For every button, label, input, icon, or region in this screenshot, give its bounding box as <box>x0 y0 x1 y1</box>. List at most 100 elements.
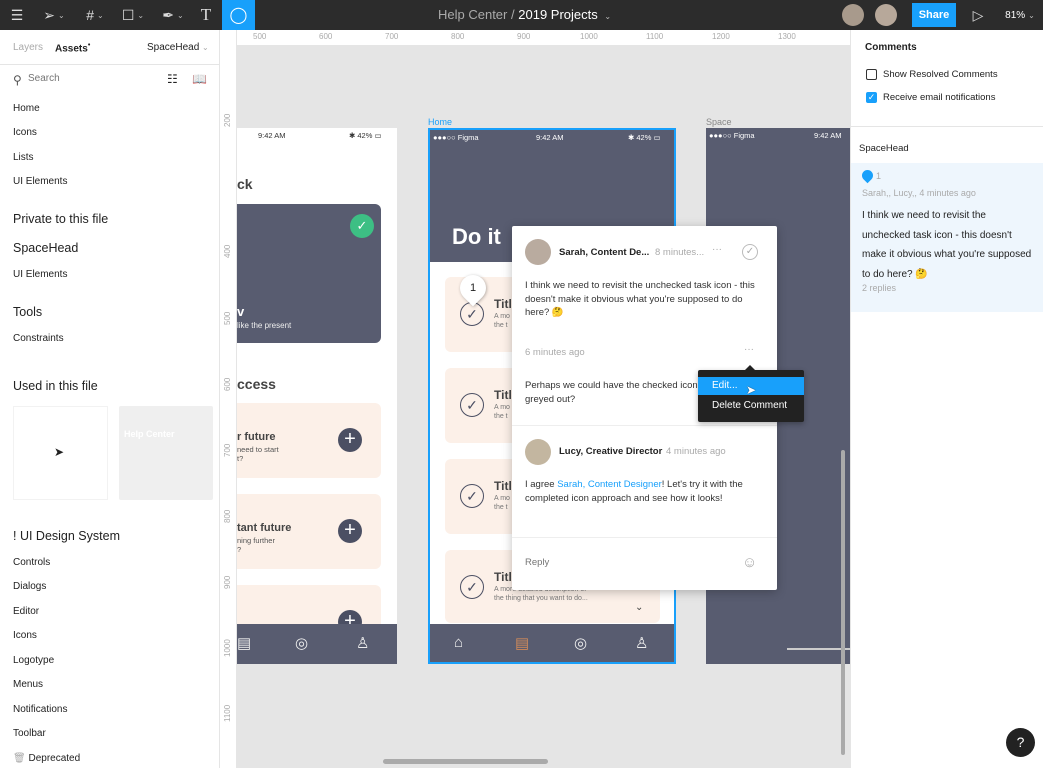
divider <box>851 126 1043 127</box>
reply-count[interactable]: 2 replies <box>862 283 896 293</box>
trash-icon: 🗑 <box>13 753 26 764</box>
asset-item[interactable]: Notifications <box>13 704 67 715</box>
featured-card[interactable]: ✓ v like the present <box>237 204 381 343</box>
asset-item-deprecated[interactable]: 🗑 Deprecated <box>13 753 80 764</box>
plus-icon[interactable]: + <box>338 519 362 543</box>
plus-icon[interactable]: + <box>338 428 362 452</box>
comment-author: Lucy, Creative Director <box>559 446 663 457</box>
more-icon[interactable]: ··· <box>744 344 754 355</box>
search-icon: ⚲ <box>13 73 22 87</box>
tab-assets[interactable]: Assets• <box>55 42 90 54</box>
asset-item[interactable]: Lists <box>13 152 34 163</box>
task-desc: A mo <box>494 495 510 502</box>
horizontal-scrollbar[interactable] <box>383 759 548 764</box>
vertical-scrollbar[interactable] <box>841 450 845 755</box>
frame-icon: # <box>86 7 95 23</box>
tab-bar: ▤ ◎ ♙ <box>237 624 397 664</box>
task-desc: the t <box>494 504 508 511</box>
list-view-icon[interactable]: ☷ <box>167 72 178 86</box>
ruler-tick: 700 <box>223 443 232 457</box>
status-bar: 9:42 AM ✱ 42% ▭ <box>237 128 397 142</box>
file-title[interactable]: Help Center / 2019 Projects ⌄ <box>438 7 611 22</box>
tab-layers[interactable]: Layers <box>13 42 43 53</box>
move-icon: ➢ <box>43 6 56 23</box>
task-desc: the thing that you want to do... <box>494 595 588 602</box>
asset-item[interactable]: UI Elements <box>13 269 67 280</box>
asset-item[interactable]: Logotype <box>13 655 54 666</box>
thread-body: I think we need to revisit the unchecked… <box>862 210 1032 280</box>
section-heading: Used in this file <box>13 379 98 393</box>
ruler-tick: 600 <box>319 32 333 41</box>
pen-tool-button[interactable]: ✒ ⌄ <box>158 0 188 30</box>
asset-item[interactable]: Home <box>13 103 40 114</box>
asset-item[interactable]: Constraints <box>13 333 64 344</box>
show-resolved-checkbox[interactable] <box>866 69 877 80</box>
user-icon[interactable]: ♙ <box>635 634 648 652</box>
status-bar: ●●●○○ Figma 9:42 AM <box>706 128 850 142</box>
ruler-left: 200 300 400 500 600 700 800 900 1000 110… <box>220 30 237 768</box>
check-circle-icon[interactable]: ✓ <box>460 393 484 417</box>
asset-item[interactable]: Menus <box>13 679 43 690</box>
component-thumbnail[interactable]: ➤ <box>13 406 108 500</box>
pen-icon: ✒ <box>162 6 175 23</box>
comment-time: 6 minutes ago <box>525 347 585 358</box>
frame-left[interactable]: 9:42 AM ✱ 42% ▭ ck ✓ v like the present c… <box>237 128 397 664</box>
carrier: ●●●○○ Figma <box>433 133 479 142</box>
more-icon[interactable]: ··· <box>712 244 722 255</box>
move-tool-button[interactable]: ➢ ⌄ <box>38 0 70 30</box>
play-icon[interactable]: ▷ <box>968 0 988 30</box>
goal-card[interactable]: tant future ning further ? + <box>237 494 381 569</box>
avatar[interactable] <box>842 4 864 26</box>
shape-tool-button[interactable]: ☐ ⌄ <box>118 0 148 30</box>
asset-item[interactable]: UI Elements <box>13 176 67 187</box>
ruler-tick: 500 <box>253 32 267 41</box>
planet-icon[interactable]: ◎ <box>574 634 587 652</box>
task-title: Titl <box>494 297 512 311</box>
check-circle-icon[interactable]: ✓ <box>460 484 484 508</box>
comment-body: I agree Sarah, Content Designer! Let's t… <box>525 478 755 505</box>
library-icon[interactable]: 📖 <box>192 72 207 86</box>
ruler-tick: 900 <box>517 32 531 41</box>
ruler-tick: 800 <box>451 32 465 41</box>
planet-icon[interactable]: ◎ <box>295 634 308 652</box>
section-heading: ! UI Design System <box>13 529 120 543</box>
frame-label[interactable]: Space <box>706 117 732 127</box>
help-button[interactable]: ? <box>1006 728 1035 757</box>
asset-item[interactable]: Toolbar <box>13 728 46 739</box>
tab-assets-label: Assets <box>55 43 88 55</box>
asset-item[interactable]: Controls <box>13 557 50 568</box>
card-subtitle: ning further <box>237 536 275 545</box>
ruler-tick: 1000 <box>223 639 232 657</box>
chevron-down-icon[interactable]: ⌄ <box>635 602 643 613</box>
comment-tool-button[interactable]: ◯ <box>222 0 255 30</box>
list-icon[interactable]: ▤ <box>237 634 251 652</box>
text-icon[interactable]: T <box>196 0 216 30</box>
emoji-icon[interactable]: ☺ <box>742 554 757 571</box>
comment-thread-item[interactable]: 1 Sarah,, Lucy,, 4 minutes ago I think w… <box>851 163 1043 312</box>
avatar[interactable] <box>875 4 897 26</box>
library-dropdown[interactable]: SpaceHead ⌄ <box>147 42 209 53</box>
reply-input[interactable] <box>525 557 725 568</box>
frame-label[interactable]: Home <box>428 117 452 127</box>
asset-item[interactable]: Editor <box>13 606 39 617</box>
email-notifications-checkbox[interactable]: ✓ <box>866 92 877 103</box>
frame-tool-button[interactable]: # ⌄ <box>80 0 110 30</box>
zoom-dropdown[interactable]: 81% ⌄ <box>1000 0 1040 30</box>
avatar <box>525 439 551 465</box>
home-icon[interactable]: ⌂ <box>454 634 463 651</box>
component-thumbnail[interactable]: Help Center <box>119 406 213 500</box>
resolve-icon[interactable]: ✓ <box>742 244 758 260</box>
goal-card[interactable]: r future need to start t? + <box>237 403 381 478</box>
search-input[interactable] <box>28 73 148 84</box>
share-button[interactable]: Share <box>912 3 956 27</box>
card-subtitle: t? <box>237 454 244 463</box>
user-icon[interactable]: ♙ <box>356 634 369 652</box>
mention-link[interactable]: Sarah, Content Designer <box>557 479 662 490</box>
menu-icon[interactable]: ☰ <box>4 0 30 30</box>
asset-item[interactable]: Icons <box>13 630 37 641</box>
menu-item-delete-comment[interactable]: Delete Comment <box>698 397 804 415</box>
asset-item[interactable]: Icons <box>13 127 37 138</box>
asset-item[interactable]: Dialogs <box>13 581 46 592</box>
check-circle-icon[interactable]: ✓ <box>460 575 484 599</box>
list-icon[interactable]: ▤ <box>515 634 529 652</box>
